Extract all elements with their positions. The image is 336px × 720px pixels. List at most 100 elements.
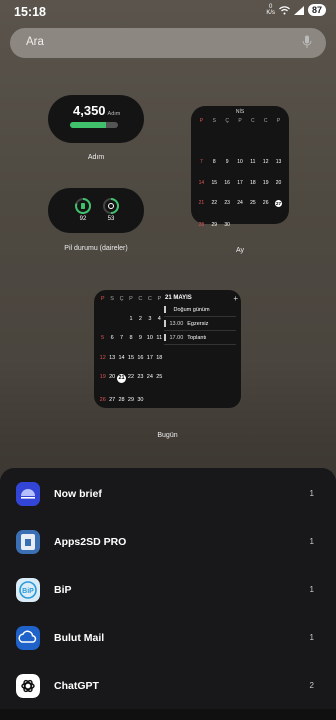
status-icons: 0 K/s 87 — [266, 4, 326, 16]
app-name: Apps2SD PRO — [54, 536, 127, 548]
calendar-day[interactable]: 24 — [234, 200, 247, 207]
calendar-day[interactable]: 22 — [126, 374, 135, 383]
calendar-day[interactable]: 20 — [272, 180, 285, 186]
battery-indicator: 87 — [307, 4, 326, 16]
calendar-day[interactable]: 12 — [259, 159, 272, 165]
calendar-day[interactable]: 19 — [98, 374, 107, 383]
calendar-day — [117, 316, 126, 322]
calendar-day[interactable]: 22 — [208, 200, 221, 207]
calendar-day — [234, 139, 247, 145]
widget-count: 1 — [309, 633, 314, 642]
svg-text:BiP: BiP — [22, 588, 34, 595]
calendar-day[interactable]: 10 — [234, 159, 247, 165]
calendar-day[interactable]: 20 — [107, 374, 116, 383]
bulut-mail-icon — [16, 626, 40, 650]
calendar-day[interactable]: 25 — [246, 200, 259, 207]
weekday-header: C — [263, 118, 268, 124]
calendar-day[interactable]: 25 — [155, 374, 164, 383]
calendar-day[interactable]: 23 — [221, 200, 234, 207]
calendar-day[interactable]: 26 — [259, 200, 272, 207]
calendar-day[interactable]: 29 — [126, 397, 135, 403]
calendar-day[interactable]: 23 — [136, 374, 145, 383]
calendar-day[interactable]: 13 — [107, 355, 116, 361]
list-item-apps2sd[interactable]: Apps2SD PRO 1 — [0, 518, 336, 566]
calendar-day[interactable]: 17 — [145, 355, 154, 361]
calendar-day[interactable]: 2 — [136, 316, 145, 322]
list-item-chatgpt[interactable]: ChatGPT 2 — [0, 662, 336, 710]
app-widget-list: Now brief 1 Apps2SD PRO 1 BiP BiP 1 Bulu… — [0, 468, 336, 720]
calendar-day — [259, 222, 272, 228]
calendar-day[interactable]: 28 — [117, 397, 126, 403]
event-color-bar — [164, 334, 166, 341]
calendar-day[interactable]: 12 — [98, 355, 107, 361]
calendar-day[interactable]: 6 — [107, 335, 116, 341]
calendar-day[interactable]: 9 — [221, 159, 234, 165]
weekday-header: P — [276, 118, 281, 124]
today-marker[interactable]: 27 — [275, 200, 283, 207]
weekday-header: C — [147, 296, 152, 302]
calendar-day[interactable]: 19 — [259, 180, 272, 186]
calendar-day[interactable]: 26 — [98, 397, 107, 403]
calendar-day — [155, 397, 164, 403]
list-item-now-brief[interactable]: Now brief 1 — [0, 470, 336, 518]
calendar-day[interactable]: 27 — [107, 397, 116, 403]
calendar-day[interactable]: 18 — [246, 180, 259, 186]
apps2sd-icon — [16, 530, 40, 554]
clock: 15:18 — [14, 5, 46, 19]
calendar-day[interactable]: 10 — [145, 335, 154, 341]
calendar-day[interactable]: 21 — [195, 200, 208, 207]
month-widget-label: Ay — [235, 247, 245, 254]
calendar-day[interactable]: 8 — [208, 159, 221, 165]
weekday-header: C — [251, 118, 255, 124]
list-item-bip[interactable]: BiP BiP 1 — [0, 566, 336, 614]
calendar-day[interactable]: 4 — [155, 316, 164, 322]
month-calendar-widget[interactable]: NİS PSÇPCCP 7 8 9 10 11 12 13 14 15 16 17 18 19 20 21 2… — [191, 106, 289, 228]
battery-ring-watch: 53 — [102, 197, 120, 222]
calendar-day[interactable]: 27 — [272, 200, 285, 207]
calendar-day[interactable]: 15 — [208, 180, 221, 186]
app-name: ChatGPT — [54, 680, 99, 692]
steps-widget[interactable]: 4,350 Adım — [48, 95, 144, 143]
calendar-day[interactable]: 18 — [155, 355, 164, 361]
status-bar: 15:18 0 K/s 87 — [0, 0, 336, 24]
calendar-day[interactable]: 21 — [117, 374, 127, 383]
today-marker[interactable]: 21 — [117, 374, 127, 383]
event-item[interactable]: 13.00 Egzersiz — [164, 317, 236, 331]
calendar-day[interactable]: 16 — [221, 180, 234, 186]
today-calendar-widget[interactable]: PSÇPCCP 1 2 3 4 5 6 7 8 9 10 11 12 13 14 15 16 17 18 19 20 2… — [94, 290, 241, 408]
calendar-day[interactable]: 11 — [246, 159, 259, 165]
calendar-day — [107, 316, 116, 322]
weekday-header: P — [100, 296, 105, 302]
event-item[interactable]: 17.00 Toplantı — [164, 331, 236, 345]
calendar-day[interactable]: 14 — [195, 180, 208, 186]
calendar-day[interactable]: 1 — [126, 316, 135, 322]
calendar-day[interactable]: 29 — [208, 222, 221, 228]
microphone-icon[interactable] — [302, 35, 312, 50]
calendar-day[interactable]: 30 — [136, 397, 145, 403]
calendar-day[interactable]: 28 — [195, 222, 208, 228]
add-event-button[interactable]: + — [233, 294, 238, 303]
calendar-day[interactable]: 5 — [98, 335, 107, 341]
calendar-day[interactable]: 3 — [145, 316, 154, 322]
calendar-day[interactable]: 8 — [126, 335, 135, 341]
list-item-bulut-mail[interactable]: Bulut Mail 1 — [0, 614, 336, 662]
calendar-day[interactable]: 7 — [195, 159, 208, 165]
calendar-day[interactable]: 7 — [117, 335, 126, 341]
event-item[interactable]: Doğum günüm — [164, 303, 236, 317]
calendar-day[interactable]: 14 — [117, 355, 126, 361]
battery-widget[interactable]: 92 53 — [48, 188, 144, 233]
calendar-day[interactable]: 16 — [136, 355, 145, 361]
calendar-day[interactable]: 9 — [136, 335, 145, 341]
event-date-title: 21 MAYIS — [165, 295, 192, 301]
calendar-day[interactable]: 15 — [126, 355, 135, 361]
month-title: NİS — [235, 109, 245, 115]
event-title: Egzersiz — [187, 320, 209, 327]
calendar-day[interactable]: 17 — [234, 180, 247, 186]
calendar-day[interactable]: 30 — [221, 222, 234, 228]
calendar-day[interactable]: 11 — [155, 335, 164, 341]
calendar-day[interactable]: 24 — [145, 374, 154, 383]
search-bar[interactable]: Ara — [10, 28, 326, 58]
navigation-bar — [0, 709, 336, 720]
calendar-day[interactable]: 13 — [272, 159, 285, 165]
widget-count: 1 — [309, 537, 314, 546]
